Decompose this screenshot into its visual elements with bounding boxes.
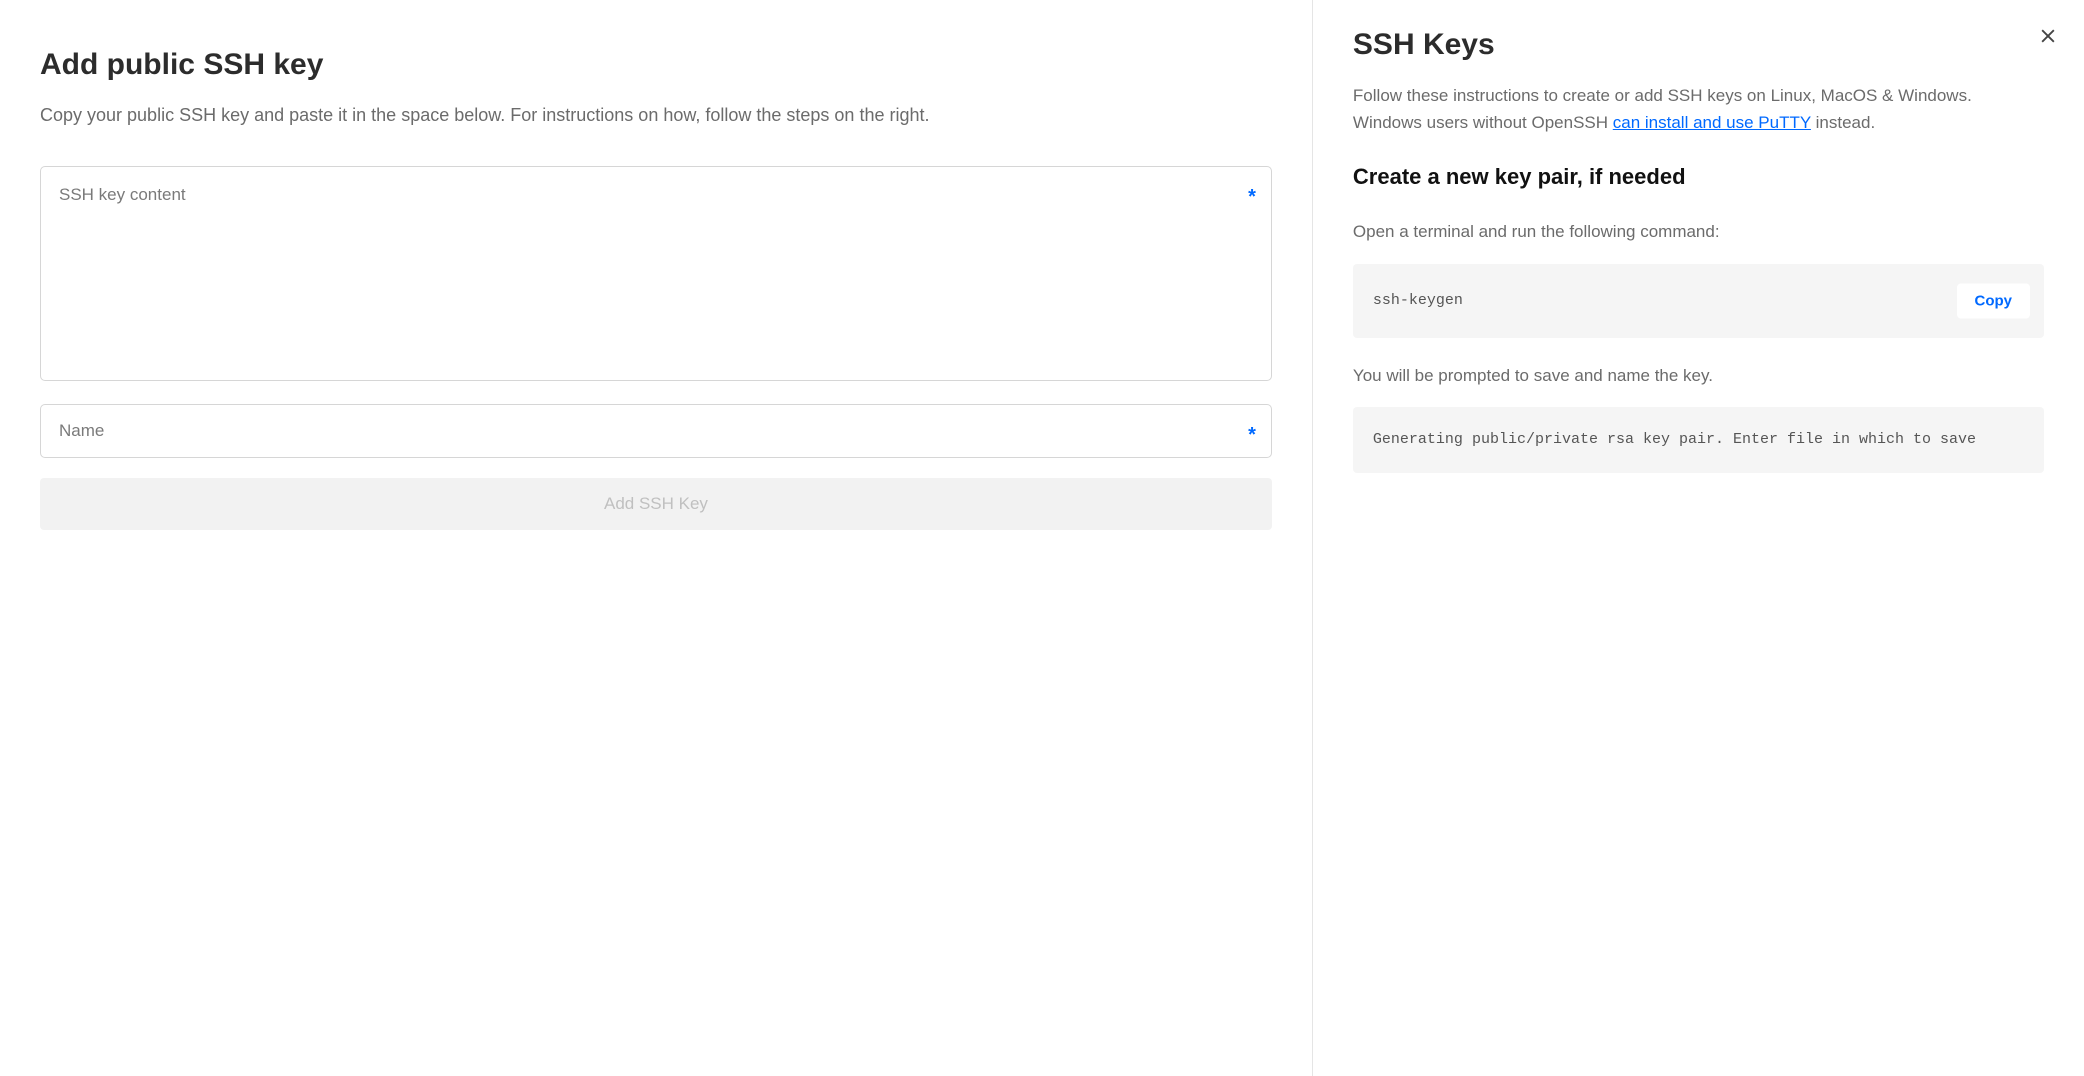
ssh-key-name-input[interactable] [40, 404, 1272, 458]
add-ssh-key-form: Add public SSH key Copy your public SSH … [0, 0, 1313, 1076]
help-desc-suffix: instead. [1811, 113, 1875, 132]
copy-button[interactable]: Copy [1957, 283, 2031, 318]
ssh-key-content-input[interactable] [40, 166, 1272, 381]
help-title: SSH Keys [1353, 28, 2044, 62]
ssh-name-field-wrapper: * [40, 404, 1272, 458]
create-keypair-heading: Create a new key pair, if needed [1353, 164, 2044, 190]
code-block-keygen: ssh-keygen Copy [1353, 264, 2044, 338]
help-description: Follow these instructions to create or a… [1353, 82, 2044, 136]
add-ssh-key-button[interactable]: Add SSH Key [40, 478, 1272, 530]
page-subtitle: Copy your public SSH key and paste it in… [40, 102, 1272, 130]
step2-desc: You will be prompted to save and name th… [1353, 362, 2044, 389]
ssh-content-field-wrapper: * [40, 166, 1272, 386]
step1-desc: Open a terminal and run the following co… [1353, 218, 2044, 245]
putty-link[interactable]: can install and use PuTTY [1613, 113, 1811, 132]
code-keygen: ssh-keygen [1373, 292, 1463, 309]
page-title: Add public SSH key [40, 48, 1272, 82]
code-output: Generating public/private rsa key pair. … [1373, 431, 1976, 448]
ssh-keys-help-panel: SSH Keys Follow these instructions to cr… [1313, 0, 2084, 1076]
close-button[interactable] [2034, 22, 2062, 50]
code-block-output: Generating public/private rsa key pair. … [1353, 407, 2044, 473]
close-icon [2038, 26, 2058, 46]
